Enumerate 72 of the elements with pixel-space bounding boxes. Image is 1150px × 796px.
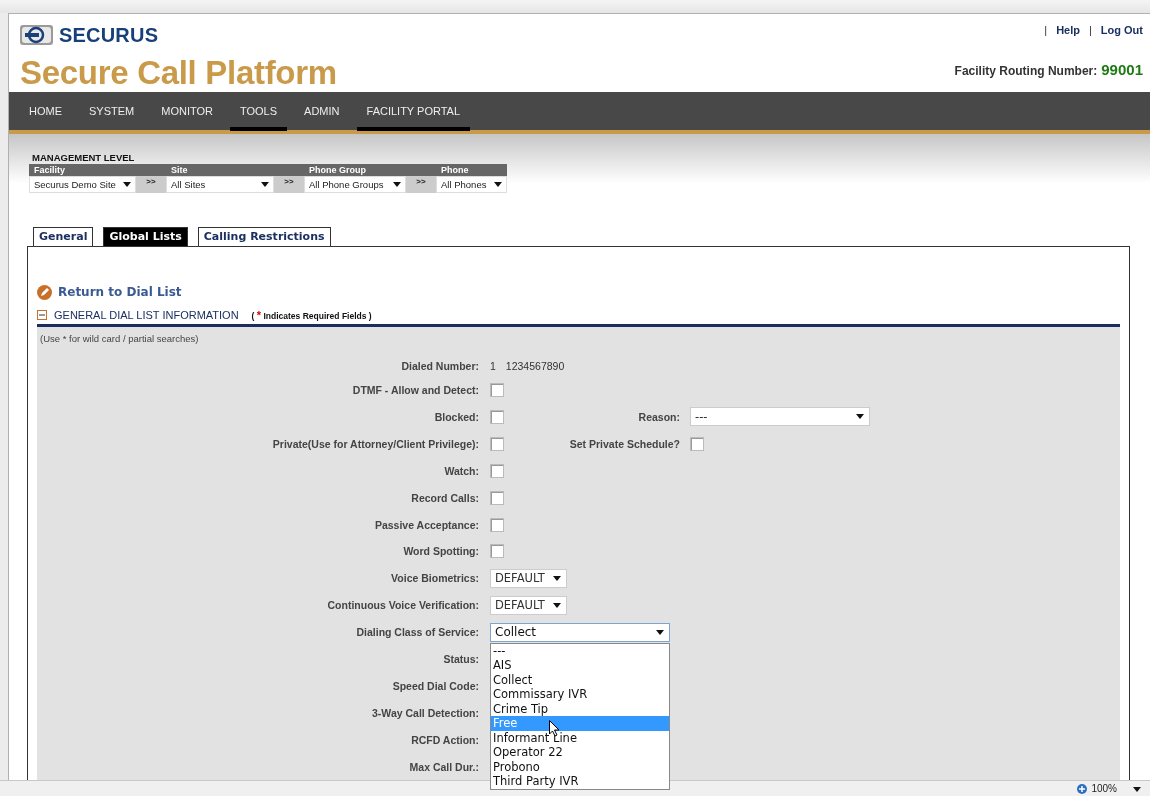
checkbox[interactable] — [490, 463, 504, 478]
field-label: Record Calls: — [410, 491, 479, 504]
caret-icon — [1133, 787, 1141, 792]
tab[interactable]: Global Lists — [103, 226, 188, 246]
header-link[interactable]: Help — [1056, 24, 1080, 36]
zoom-icon[interactable] — [1077, 783, 1088, 794]
field-label: Passive Acceptance: — [373, 518, 479, 531]
field-label: Voice Biometrics: — [390, 572, 479, 585]
nav-item[interactable]: ADMIN — [294, 92, 350, 131]
nav-item[interactable]: FACILITY PORTAL — [356, 92, 471, 131]
collapse-icon[interactable] — [37, 309, 47, 320]
nav-item[interactable]: MONITOR — [151, 92, 223, 131]
field-label: Dialed Number: — [400, 360, 479, 373]
field-value: 1234567890 — [505, 360, 565, 373]
nav-item[interactable]: TOOLS — [230, 92, 288, 131]
brand-name: SECURUS — [59, 23, 159, 47]
caret-icon — [552, 602, 561, 608]
field-label: Private(Use for Attorney/Client Privilege): — [271, 437, 479, 450]
caret-icon — [494, 181, 502, 187]
tab[interactable]: General — [33, 226, 94, 246]
separator: | — [1089, 24, 1092, 36]
caret-icon — [856, 414, 864, 420]
field-label: Word Spotting: — [402, 545, 479, 558]
field-label: Set Private Schedule? — [568, 437, 680, 450]
field-label: Blocked: — [433, 410, 479, 423]
field-label: DTMF - Allow and Detect: — [351, 384, 479, 397]
column-heading: Phone Group — [304, 163, 436, 176]
field-label: Speed Dial Code: — [391, 679, 479, 692]
checkbox[interactable] — [490, 409, 504, 424]
field-label: Watch: — [443, 464, 479, 477]
checkbox[interactable] — [490, 544, 504, 559]
nav-item[interactable]: HOME — [19, 92, 72, 131]
caret-icon — [123, 181, 131, 187]
caret-icon — [261, 181, 269, 187]
hint-text: (Use * for wild card / partial searches) — [39, 331, 200, 344]
field-label: Dialing Class of Service: — [355, 626, 479, 639]
caret-icon — [552, 575, 561, 581]
select-field[interactable]: DEFAULT — [490, 595, 567, 615]
field-value: 1 — [490, 360, 496, 373]
field-label: Reason: — [637, 410, 680, 423]
checkbox[interactable] — [690, 436, 704, 451]
required-note: ( * Indicates Required Fields ) — [251, 308, 372, 321]
tab[interactable]: Calling Restrictions — [197, 226, 331, 246]
field-label: Continuous Voice Verification: — [326, 599, 479, 612]
checkbox[interactable] — [490, 517, 504, 532]
nav-item[interactable]: SYSTEM — [79, 92, 145, 131]
caret-icon — [656, 629, 664, 635]
checkbox[interactable] — [490, 383, 504, 398]
section-title: GENERAL DIAL LIST INFORMATION — [54, 308, 239, 321]
column-heading: Phone — [436, 163, 507, 176]
column-heading: Facility — [29, 163, 166, 176]
checkbox[interactable] — [490, 436, 504, 451]
caret-icon — [393, 181, 401, 187]
zoom-level: 100% — [1091, 783, 1117, 794]
select-field[interactable]: --- — [690, 407, 870, 427]
field-label: RCFD Action: — [410, 733, 479, 746]
section-label: MANAGEMENT LEVEL — [32, 151, 136, 163]
routing-label: Facility Routing Number: — [954, 64, 1098, 78]
field-label: 3-Way Call Detection: — [371, 706, 479, 719]
routing-number: 99001 — [1101, 61, 1143, 78]
header-link[interactable]: Log Out — [1100, 24, 1143, 36]
field-label: Max Call Dur.: — [408, 760, 479, 773]
logo-icon — [20, 25, 53, 45]
edit-icon — [37, 284, 52, 300]
return-link[interactable]: Return to Dial List — [58, 285, 182, 300]
checkbox[interactable] — [490, 490, 504, 505]
column-heading: Site — [166, 163, 304, 176]
select-field[interactable]: Collect — [490, 622, 670, 642]
separator: | — [1044, 24, 1048, 36]
select-field[interactable]: DEFAULT — [490, 568, 567, 588]
app-title: Secure Call Platform — [20, 54, 337, 92]
field-label: Status: — [442, 653, 479, 665]
